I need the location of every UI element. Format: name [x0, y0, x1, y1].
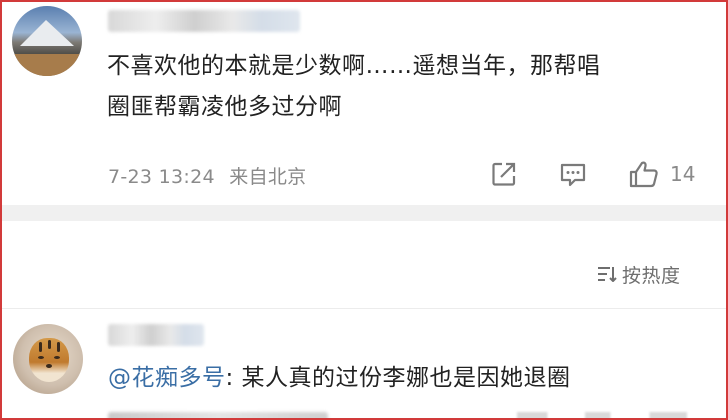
like-count: 14 — [670, 162, 696, 186]
comment-meta-cropped — [108, 412, 328, 418]
username-blurred[interactable] — [108, 10, 300, 32]
mention-link[interactable]: @花痴多号 — [108, 365, 226, 391]
avatar[interactable] — [13, 324, 83, 394]
screenshot-frame: 不喜欢他的本就是少数啊……遥想当年，那帮唱 圈匪帮霸凌他多过分啊 7-23 13… — [0, 0, 728, 420]
comment-item: 不喜欢他的本就是少数啊……遥想当年，那帮唱 圈匪帮霸凌他多过分啊 7-23 13… — [2, 2, 726, 205]
like-icon[interactable] — [628, 159, 658, 189]
comment-text: 不喜欢他的本就是少数啊……遥想当年，那帮唱 圈匪帮霸凌他多过分啊 — [107, 46, 707, 128]
comment-text-line: 圈匪帮霸凌他多过分啊 — [107, 94, 342, 120]
ground-shape — [12, 54, 82, 76]
comment-text: @花痴多号: 某人真的过份李娜也是因她退圈 — [108, 358, 571, 398]
avatar[interactable] — [12, 6, 82, 76]
share-icon[interactable] — [489, 159, 519, 189]
mountain-shape — [20, 20, 74, 46]
tiger-image — [29, 338, 69, 382]
sort-icon — [598, 267, 617, 282]
thin-divider — [2, 308, 726, 309]
sort-toggle[interactable]: 按热度 — [596, 260, 681, 288]
comment-time: 7-23 13:24 — [108, 166, 215, 188]
section-divider — [2, 205, 726, 221]
comment-source: 来自北京 — [229, 166, 307, 188]
comment-icon[interactable] — [558, 159, 588, 189]
comment-text-line: 不喜欢他的本就是少数啊……遥想当年，那帮唱 — [107, 53, 601, 79]
comment-text-body: : 某人真的过份李娜也是因她退圈 — [225, 365, 571, 391]
comment-meta: 7-23 13:24 来自北京 — [108, 162, 314, 189]
sort-label: 按热度 — [622, 264, 681, 287]
action-icons-cropped — [517, 412, 687, 418]
username-blurred[interactable] — [108, 324, 204, 346]
